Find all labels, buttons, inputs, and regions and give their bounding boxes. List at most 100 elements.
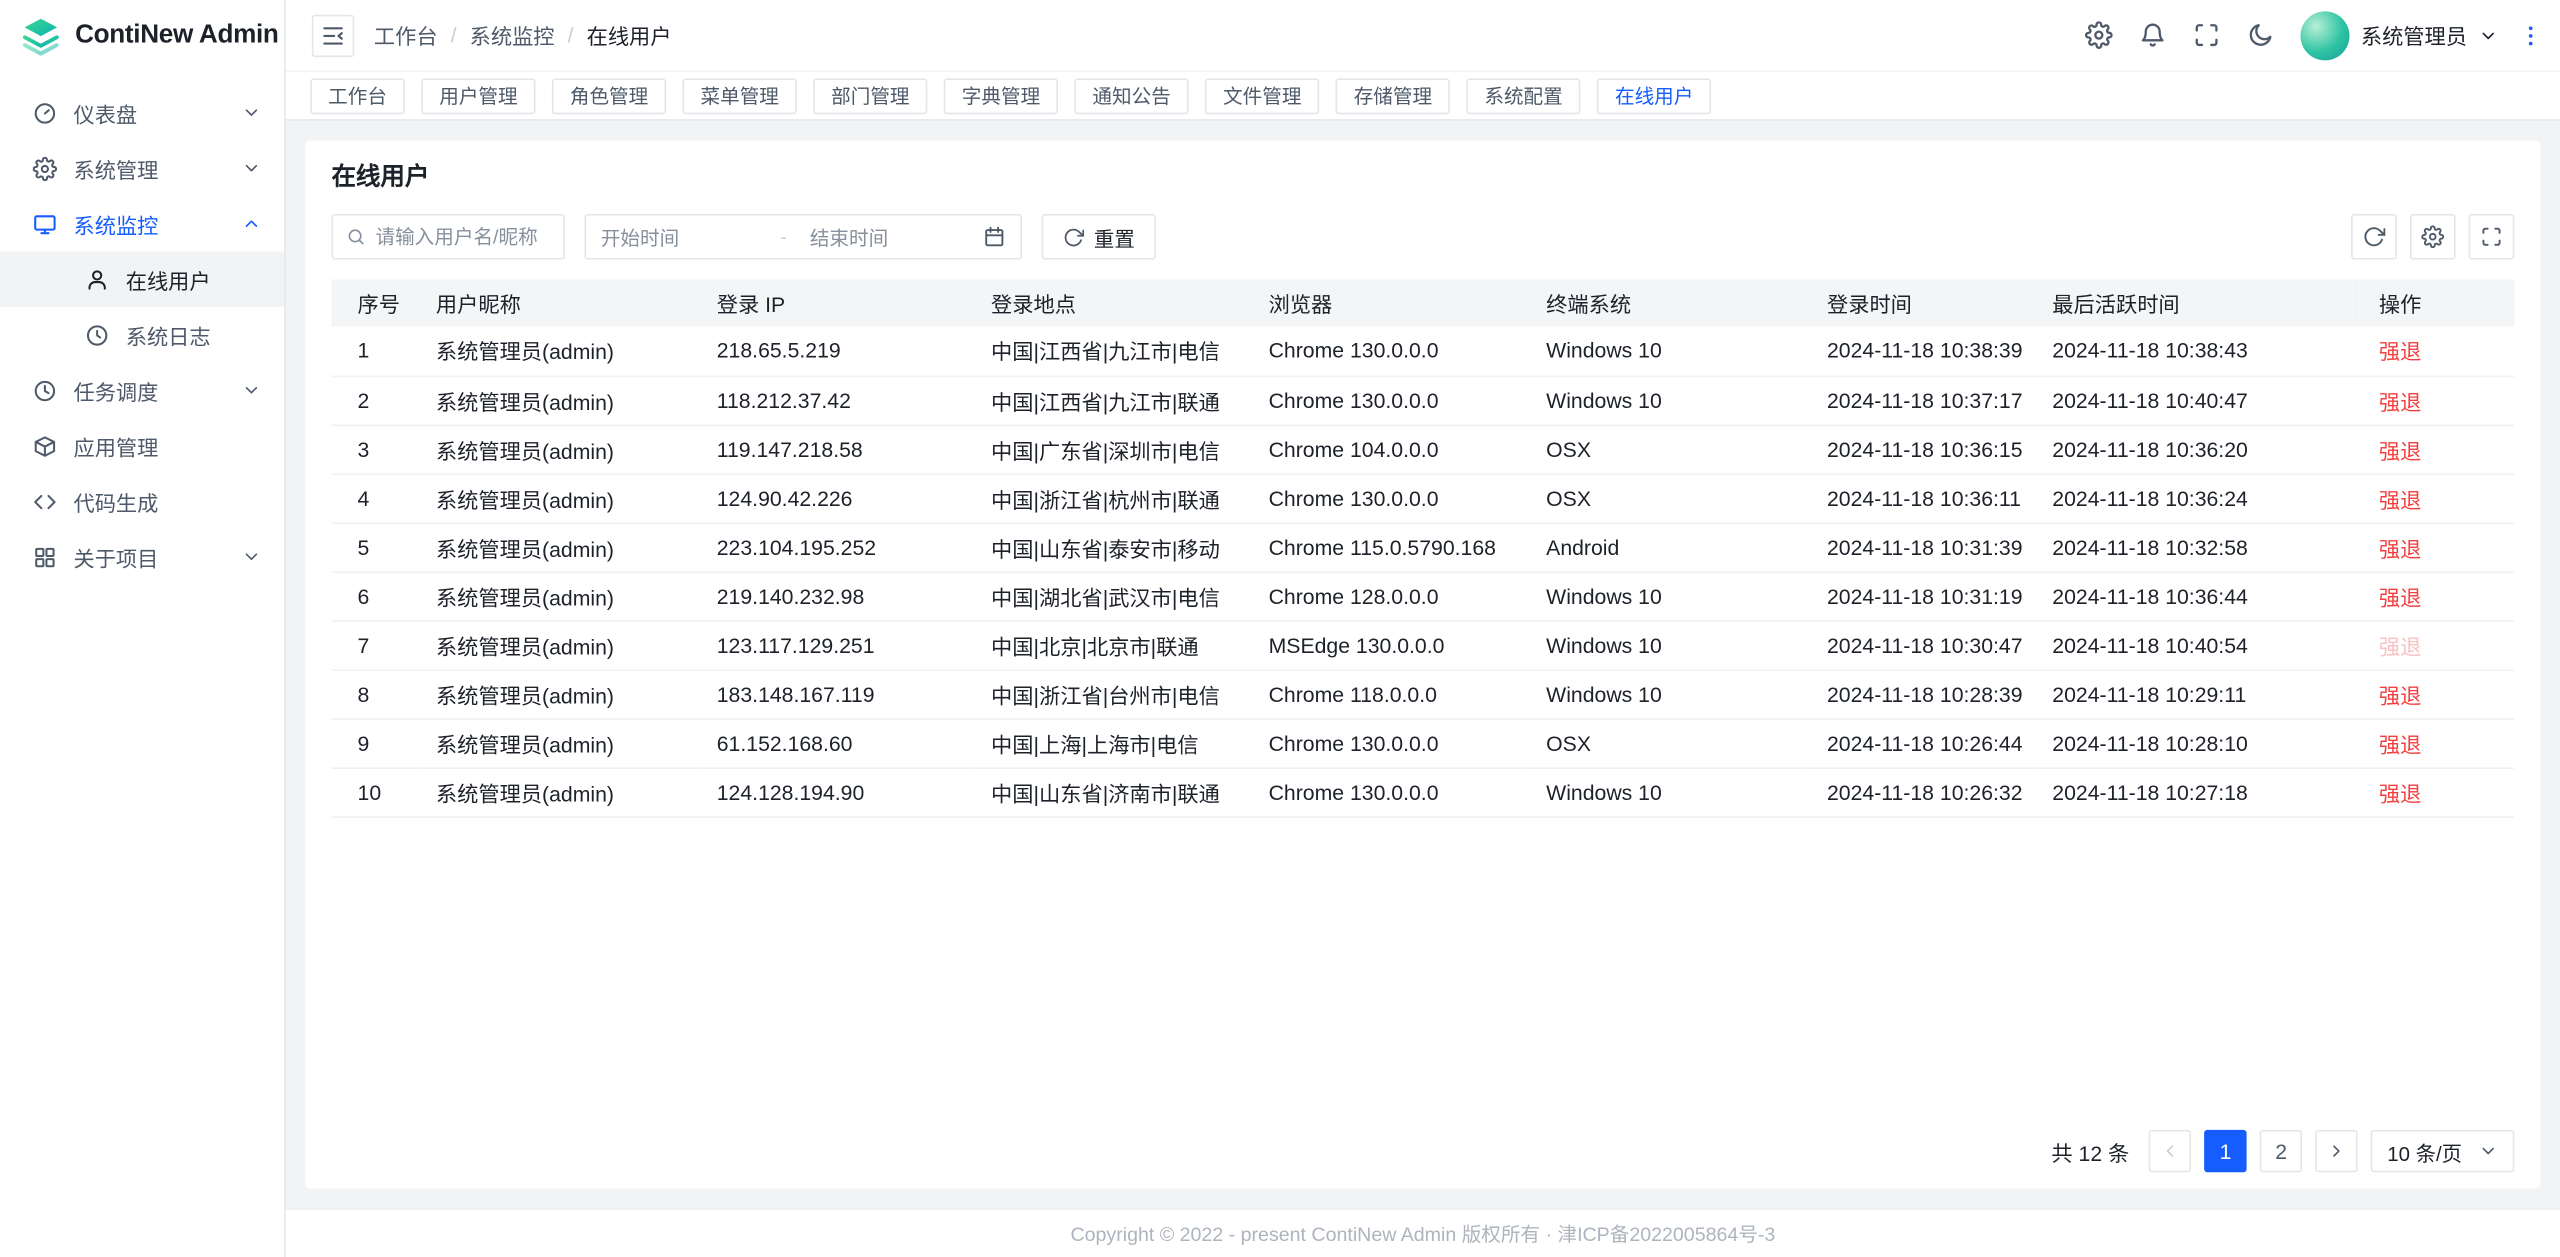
chevron-up-icon <box>242 214 262 234</box>
sidebar-collapse-button[interactable] <box>312 14 354 56</box>
cell-nickname: 系统管理员(admin) <box>416 718 697 767</box>
breadcrumb-item[interactable]: 工作台 <box>374 20 438 51</box>
page-number-2[interactable]: 2 <box>2260 1130 2302 1172</box>
user-menu[interactable]: 系统管理员 <box>2300 11 2498 60</box>
force-logout-link[interactable]: 强退 <box>2379 732 2421 756</box>
tab-item-9[interactable]: 存储管理 <box>1336 78 1450 114</box>
fullscreen-button[interactable] <box>2193 21 2221 49</box>
notifications-button[interactable] <box>2139 21 2167 49</box>
page-size-select[interactable]: 10 条/页 <box>2371 1130 2514 1172</box>
app-root: ContiNew Admin 仪表盘系统管理系统监控在线用户系统日志任务调度应用… <box>0 0 2560 1257</box>
sidebar-item-system-manage[interactable]: 系统管理 <box>0 140 284 196</box>
app-logo[interactable]: ContiNew Admin <box>0 0 284 72</box>
pagination: 共 12 条 12 10 条/页 <box>331 1110 2514 1172</box>
sidebar-item-about-project[interactable]: 关于项目 <box>0 529 284 585</box>
tab-item-1[interactable]: 工作台 <box>310 78 405 114</box>
force-logout-link[interactable]: 强退 <box>2379 585 2421 609</box>
tab-item-6[interactable]: 字典管理 <box>944 78 1058 114</box>
force-logout-link[interactable]: 强退 <box>2379 487 2421 511</box>
cell-login-time: 2024-11-18 10:38:39 <box>1807 327 2032 376</box>
cell-last-active: 2024-11-18 10:32:58 <box>2033 522 2360 571</box>
cell-action: 强退 <box>2359 473 2514 522</box>
cell-nickname: 系统管理员(admin) <box>416 376 697 425</box>
tab-item-2[interactable]: 用户管理 <box>421 78 535 114</box>
sidebar-item-online-user[interactable]: 在线用户 <box>0 251 284 307</box>
cell-last-active: 2024-11-18 10:38:43 <box>2033 327 2360 376</box>
cell-os: Windows 10 <box>1527 620 1808 669</box>
cell-no: 6 <box>331 571 416 620</box>
tab-item-3[interactable]: 角色管理 <box>552 78 666 114</box>
cell-last-active: 2024-11-18 10:36:44 <box>2033 571 2360 620</box>
more-options-button[interactable] <box>2518 22 2544 48</box>
theme-settings-button[interactable] <box>2085 21 2113 49</box>
table-settings-button[interactable] <box>2410 214 2456 260</box>
next-page-button[interactable] <box>2315 1130 2357 1172</box>
tab-item-7[interactable]: 通知公告 <box>1074 78 1188 114</box>
dark-mode-button[interactable] <box>2247 21 2275 49</box>
cell-no: 2 <box>331 376 416 425</box>
avatar <box>2300 11 2349 60</box>
tab-bar: 工作台用户管理角色管理菜单管理部门管理字典管理通知公告 文件管理 存储管理 系统配置 在… <box>286 72 2560 121</box>
cell-ip: 61.152.168.60 <box>697 718 971 767</box>
breadcrumb-item[interactable]: 系统监控 <box>470 20 555 51</box>
sidebar-item-app-manage[interactable]: 应用管理 <box>0 418 284 474</box>
table-row: 10系统管理员(admin)124.128.194.90中国|山东省|济南市|联… <box>331 767 2514 816</box>
prev-page-button[interactable] <box>2149 1130 2191 1172</box>
tab-item-10[interactable]: 系统配置 <box>1466 78 1580 114</box>
search-input[interactable] <box>375 225 550 248</box>
cell-last-active: 2024-11-18 10:29:11 <box>2033 669 2360 718</box>
cell-nickname: 系统管理员(admin) <box>416 327 697 376</box>
sidebar-item-system-monitor[interactable]: 系统监控 <box>0 196 284 252</box>
table-fullscreen-button[interactable] <box>2469 214 2515 260</box>
app-title: ContiNew Admin <box>75 21 278 50</box>
cell-browser: Chrome 128.0.0.0 <box>1249 571 1527 620</box>
cell-nickname: 系统管理员(admin) <box>416 767 697 816</box>
cell-os: OSX <box>1527 425 1808 474</box>
tab-label: 系统配置 <box>1484 82 1562 110</box>
sidebar-item-job-schedule[interactable]: 任务调度 <box>0 362 284 418</box>
dashboard-icon <box>33 100 57 124</box>
column-header: 登录时间 <box>1807 279 2032 326</box>
cell-nickname: 系统管理员(admin) <box>416 522 697 571</box>
force-logout-link[interactable]: 强退 <box>2379 438 2421 462</box>
cell-ip: 124.128.194.90 <box>697 767 971 816</box>
menu-fold-icon <box>320 22 346 48</box>
force-logout-link[interactable]: 强退 <box>2379 781 2421 805</box>
force-logout-link[interactable]: 强退 <box>2379 536 2421 560</box>
bell-icon <box>2139 21 2167 49</box>
cell-action: 强退 <box>2359 522 2514 571</box>
cell-os: Windows 10 <box>1527 669 1808 718</box>
tab-item-11[interactable]: 在线用户 <box>1597 78 1711 114</box>
force-logout-link[interactable]: 强退 <box>2379 683 2421 707</box>
cell-ip: 124.90.42.226 <box>697 473 971 522</box>
tab-item-4[interactable]: 菜单管理 <box>683 78 797 114</box>
search-icon <box>346 225 366 248</box>
force-logout-link[interactable]: 强退 <box>2379 389 2421 413</box>
clock-icon <box>33 378 57 402</box>
cell-no: 1 <box>331 327 416 376</box>
cell-browser: Chrome 104.0.0.0 <box>1249 425 1527 474</box>
column-header: 浏览器 <box>1249 279 1527 326</box>
box-icon <box>33 433 57 457</box>
online-users-table: 序号用户昵称登录 IP登录地点浏览器终端系统登录时间最后活跃时间操作 1系统管理… <box>331 279 2514 1110</box>
cell-no: 7 <box>331 620 416 669</box>
tab-item-5[interactable]: 部门管理 <box>813 78 927 114</box>
force-logout-link[interactable]: 强退 <box>2379 340 2421 364</box>
cell-action: 强退 <box>2359 767 2514 816</box>
cell-last-active: 2024-11-18 10:27:18 <box>2033 767 2360 816</box>
page-number-1[interactable]: 1 <box>2204 1130 2246 1172</box>
date-range-picker[interactable]: 开始时间 - 结束时间 <box>585 214 1023 260</box>
reset-button[interactable]: 重置 <box>1042 214 1156 260</box>
copyright-text: Copyright © 2022 - present ContiNew Admi… <box>1070 1220 1775 1248</box>
chevron-right-icon <box>2327 1141 2347 1161</box>
cell-action: 强退 <box>2359 376 2514 425</box>
table-refresh-button[interactable] <box>2351 214 2397 260</box>
tab-item-8[interactable]: 文件管理 <box>1205 78 1319 114</box>
cell-nickname: 系统管理员(admin) <box>416 425 697 474</box>
sidebar-item-dashboard[interactable]: 仪表盘 <box>0 85 284 141</box>
tab-label: 文件管理 <box>1223 82 1301 110</box>
table-toolbar <box>2351 214 2514 260</box>
sidebar-item-system-log[interactable]: 系统日志 <box>0 307 284 363</box>
sidebar-item-code-gen[interactable]: 代码生成 <box>0 473 284 529</box>
cell-location: 中国|山东省|济南市|联通 <box>971 767 1249 816</box>
